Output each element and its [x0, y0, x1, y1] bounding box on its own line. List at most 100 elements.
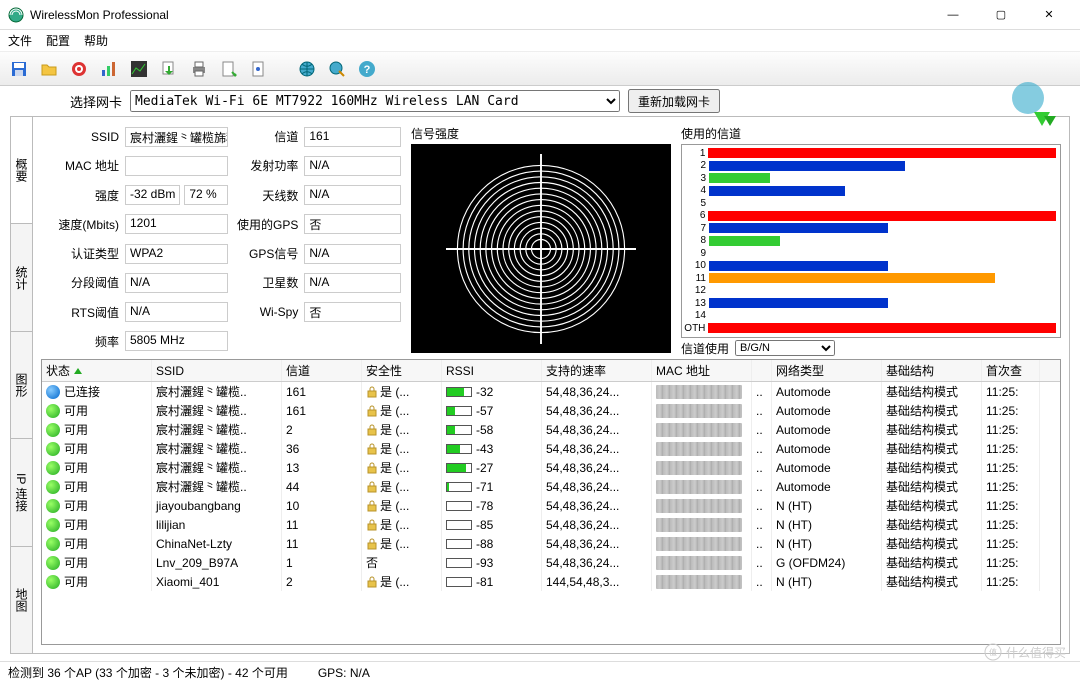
tx-value: N/A	[304, 156, 401, 176]
close-button[interactable]: ✕	[1026, 1, 1072, 29]
ap-grid: 状态 SSID 信道 安全性 RSSI 支持的速率 MAC 地址 网络类型 基础…	[41, 359, 1061, 645]
app-logo	[1010, 80, 1066, 128]
mac-blurred	[656, 461, 742, 475]
target-icon[interactable]	[66, 56, 92, 82]
toolbar: ?	[0, 52, 1080, 86]
col-first[interactable]: 首次查	[982, 360, 1040, 381]
reload-adapter-button[interactable]: 重新加载网卡	[628, 89, 720, 113]
status-dot-icon	[46, 556, 60, 570]
status-gps: GPS: N/A	[318, 666, 370, 680]
window-title: WirelessMon Professional	[30, 8, 930, 22]
graph-icon[interactable]	[126, 56, 152, 82]
status-dot-icon	[46, 385, 60, 399]
tab-stats[interactable]: 统计	[11, 224, 32, 331]
adapter-selector-row: 选择网卡 MediaTek Wi-Fi 6E MT7922 160MHz Wir…	[0, 86, 1080, 116]
tab-summary[interactable]: 概要	[11, 117, 32, 224]
col-ssid[interactable]: SSID	[152, 360, 282, 381]
wispy-value: 否	[304, 302, 401, 322]
col-net[interactable]: 网络类型	[772, 360, 882, 381]
adapter-select[interactable]: MediaTek Wi-Fi 6E MT7922 160MHz Wireless…	[130, 90, 620, 112]
stats-icon[interactable]	[96, 56, 122, 82]
minimize-button[interactable]: —	[930, 1, 976, 29]
watermark: 值 什么值得买	[984, 643, 1066, 661]
status-dot-icon	[46, 442, 60, 456]
col-infra[interactable]: 基础结构	[882, 360, 982, 381]
table-row[interactable]: 可用 Lnv_209_B97A 1 否 -93 54,48,36,24... .…	[42, 553, 1060, 572]
sat-label: 卫星数	[234, 274, 298, 291]
adapter-label: 选择网卡	[70, 92, 122, 111]
menu-file[interactable]: 文件	[8, 32, 32, 49]
freq-value: 5805 MHz	[125, 331, 228, 351]
print-icon[interactable]	[186, 56, 212, 82]
sort-indicator-icon	[74, 368, 82, 374]
title-bar: WirelessMon Professional — ▢ ✕	[0, 0, 1080, 30]
col-mac[interactable]: MAC 地址	[652, 360, 752, 381]
status-bar: 检测到 36 个AP (33 个加密 - 3 个未加密) - 42 个可用 GP…	[0, 661, 1080, 683]
web-arrow-icon[interactable]	[324, 56, 350, 82]
status-ap-count: 检测到 36 个AP (33 个加密 - 3 个未加密) - 42 个可用	[8, 664, 288, 681]
mac-blurred	[656, 423, 742, 437]
chan-label: 信道	[234, 128, 298, 145]
signal-gauge	[411, 144, 671, 353]
mac-blurred	[656, 404, 742, 418]
wispy-label: Wi-Spy	[234, 305, 298, 319]
status-dot-icon	[46, 575, 60, 589]
status-dot-icon	[46, 537, 60, 551]
tab-ip[interactable]: IP 连接	[11, 439, 32, 546]
grid-body[interactable]: 已连接 宸村灑鍟⺀罐榄.. 161 是 (... -32 54,48,36,24…	[42, 382, 1060, 644]
globe-icon[interactable]	[294, 56, 320, 82]
open-icon[interactable]	[36, 56, 62, 82]
side-tabs: 概要 统计 图形 IP 连接 地图	[10, 116, 32, 654]
mac-blurred	[656, 385, 742, 399]
table-row[interactable]: 可用 宸村灑鍟⺀罐榄.. 2 是 (... -58 54,48,36,24...…	[42, 420, 1060, 439]
maximize-button[interactable]: ▢	[978, 1, 1024, 29]
table-row[interactable]: 已连接 宸村灑鍟⺀罐榄.. 161 是 (... -32 54,48,36,24…	[42, 382, 1060, 401]
rts-value: N/A	[125, 302, 228, 322]
ant-value: N/A	[304, 185, 401, 205]
auth-value: WPA2	[125, 244, 228, 264]
chan-sel-select[interactable]: B/G/N	[735, 340, 835, 356]
menu-help[interactable]: 帮助	[84, 32, 108, 49]
mac-label: MAC 地址	[41, 157, 119, 174]
mac-blurred	[656, 575, 742, 589]
channel-chart: 1234567891011121314OTH	[681, 144, 1061, 338]
gpssig-value: N/A	[304, 244, 401, 264]
tx-label: 发射功率	[234, 157, 298, 174]
ssid-label: SSID	[41, 130, 119, 144]
table-row[interactable]: 可用 Xiaomi_401 2 是 (... -81 144,54,48,3..…	[42, 572, 1060, 591]
table-row[interactable]: 可用 宸村灑鍟⺀罐榄.. 36 是 (... -43 54,48,36,24..…	[42, 439, 1060, 458]
table-row[interactable]: 可用 jiayoubangbang 10 是 (... -78 54,48,36…	[42, 496, 1060, 515]
speed-value: 1201	[125, 214, 228, 234]
table-row[interactable]: 可用 宸村灑鍟⺀罐榄.. 44 是 (... -71 54,48,36,24..…	[42, 477, 1060, 496]
col-rate[interactable]: 支持的速率	[542, 360, 652, 381]
tab-graph[interactable]: 图形	[11, 332, 32, 439]
col-chan[interactable]: 信道	[282, 360, 362, 381]
save-icon[interactable]	[6, 56, 32, 82]
ssid-value: 宸村灑鍟⺀罐榄旆稃wh	[125, 127, 228, 147]
chan-sel-label: 信道使用	[681, 340, 729, 357]
settings-icon[interactable]	[246, 56, 272, 82]
mac-value	[125, 156, 228, 176]
connection-info: SSID宸村灑鍟⺀罐榄旆稃wh 信道161 MAC 地址 发射功率N/A 强度-…	[41, 125, 401, 353]
table-row[interactable]: 可用 lilijian 11 是 (... -85 54,48,36,24...…	[42, 515, 1060, 534]
col-rssi[interactable]: RSSI	[442, 360, 542, 381]
col-sec[interactable]: 安全性	[362, 360, 442, 381]
status-dot-icon	[46, 423, 60, 437]
menu-config[interactable]: 配置	[46, 32, 70, 49]
tab-map[interactable]: 地图	[11, 547, 32, 653]
help-icon[interactable]: ?	[354, 56, 380, 82]
frag-label: 分段阈值	[41, 274, 119, 291]
gauge-header: 信号强度	[411, 125, 671, 142]
col-status[interactable]: 状态	[42, 360, 152, 381]
table-row[interactable]: 可用 宸村灑鍟⺀罐榄.. 13 是 (... -27 54,48,36,24..…	[42, 458, 1060, 477]
table-row[interactable]: 可用 宸村灑鍟⺀罐榄.. 161 是 (... -57 54,48,36,24.…	[42, 401, 1060, 420]
mac-blurred	[656, 442, 742, 456]
sat-value: N/A	[304, 273, 401, 293]
main-panel: SSID宸村灑鍟⺀罐榄旆稃wh 信道161 MAC 地址 发射功率N/A 强度-…	[32, 116, 1070, 654]
table-row[interactable]: 可用 ChinaNet-Lzty 11 是 (... -88 54,48,36,…	[42, 534, 1060, 553]
mac-blurred	[656, 518, 742, 532]
export-icon[interactable]	[156, 56, 182, 82]
log-icon[interactable]	[216, 56, 242, 82]
freq-label: 频率	[41, 333, 119, 350]
ant-label: 天线数	[234, 187, 298, 204]
